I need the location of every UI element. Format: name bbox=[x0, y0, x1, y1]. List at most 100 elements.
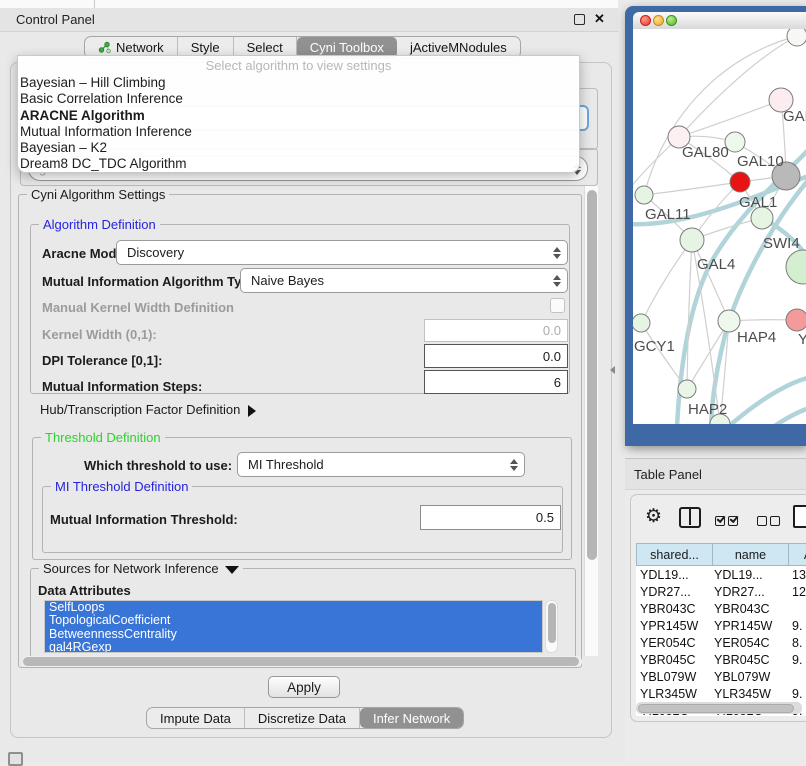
list-item[interactable]: gal4RGexp bbox=[45, 641, 542, 653]
dropdown-item[interactable]: Bayesian – Hill Climbing bbox=[18, 75, 579, 91]
kernel-width-label: Kernel Width (0,1): bbox=[42, 327, 157, 342]
table-cell[interactable]: YBR043C bbox=[714, 600, 770, 617]
network-node[interactable] bbox=[787, 29, 806, 46]
network-node[interactable] bbox=[680, 228, 704, 252]
network-node[interactable] bbox=[678, 380, 696, 398]
table-cell[interactable]: YBR043C bbox=[640, 600, 696, 617]
close-icon[interactable]: ✕ bbox=[594, 11, 605, 27]
spinner-icon bbox=[547, 247, 567, 259]
table-cell[interactable]: 9. bbox=[792, 651, 802, 668]
node-label: GCY1 bbox=[634, 338, 675, 355]
node-label: GAL10 bbox=[737, 153, 784, 170]
select-all-checks-icon[interactable] bbox=[715, 513, 741, 531]
data-attributes-list[interactable]: SelfLoops TopologicalCoefficient Between… bbox=[44, 600, 543, 653]
network-node[interactable] bbox=[786, 250, 806, 284]
spinner-icon bbox=[547, 275, 567, 287]
table-cell[interactable]: YBL079W bbox=[714, 668, 770, 685]
minimized-panel-icon[interactable] bbox=[8, 752, 23, 766]
float-window-icon[interactable] bbox=[574, 14, 585, 25]
dropdown-item[interactable]: Basic Correlation Inference bbox=[18, 91, 579, 107]
zoom-traffic-light[interactable] bbox=[666, 15, 677, 26]
manual-kernel-checkbox[interactable] bbox=[550, 298, 565, 313]
table-horizontal-scrollbar[interactable] bbox=[636, 702, 802, 714]
mi-algo-type-combo[interactable]: Naive Bayes bbox=[240, 268, 568, 293]
tab-discretize-data[interactable]: Discretize Data bbox=[245, 708, 360, 728]
algorithm-definition-title: Algorithm Definition bbox=[39, 217, 160, 232]
list-scrollbar[interactable] bbox=[545, 600, 558, 653]
algorithm-dropdown-popup: Select algorithm to view settings Bayesi… bbox=[17, 55, 580, 173]
network-window-titlebar[interactable] bbox=[633, 12, 806, 29]
panel-title: Control Panel bbox=[16, 12, 95, 27]
table-cell[interactable]: 9. bbox=[792, 685, 802, 702]
node-label: GAL11 bbox=[645, 206, 691, 223]
apply-button[interactable]: Apply bbox=[268, 676, 340, 698]
mi-threshold-label: Mutual Information Threshold: bbox=[50, 512, 238, 527]
list-item[interactable]: TopologicalCoefficient bbox=[45, 614, 542, 627]
tab-infer-network[interactable]: Infer Network bbox=[360, 708, 463, 728]
mi-algo-type-label: Mutual Information Algorithm Type: bbox=[42, 274, 261, 289]
column-header-shared[interactable]: shared... bbox=[636, 543, 713, 566]
table-cell[interactable]: YLR345W bbox=[714, 685, 771, 702]
dropdown-item-selected[interactable]: ARACNE Algorithm bbox=[18, 108, 579, 124]
new-table-icon[interactable] bbox=[793, 505, 806, 528]
mi-threshold-value: 0.5 bbox=[536, 510, 554, 525]
table-cell[interactable]: YDL19... bbox=[714, 566, 763, 583]
node-table[interactable]: YDL19... YDL19... 13 YDR27... YDR27... 1… bbox=[636, 566, 806, 716]
which-threshold-combo[interactable]: MI Threshold bbox=[237, 452, 525, 477]
which-threshold-label: Which threshold to use: bbox=[84, 458, 232, 473]
network-canvas[interactable]: GAL GAL80 GAL10 GAL1 GAL11 SWI4 GAL4 GCY… bbox=[633, 29, 806, 424]
table-cell[interactable]: YER054C bbox=[640, 634, 696, 651]
network-edge bbox=[728, 377, 806, 424]
dropdown-item[interactable]: Bayesian – K2 bbox=[18, 140, 579, 156]
minimize-traffic-light[interactable] bbox=[653, 15, 664, 26]
table-cell[interactable]: 13 bbox=[792, 566, 806, 583]
table-cell[interactable]: YDL19... bbox=[640, 566, 689, 583]
network-node-gal1[interactable] bbox=[730, 172, 750, 192]
cyni-bottom-tabs: Impute Data Discretize Data Infer Networ… bbox=[146, 707, 464, 729]
mi-steps-field[interactable]: 6 bbox=[424, 370, 568, 394]
table-cell[interactable]: YBR045C bbox=[714, 651, 770, 668]
column-header-name[interactable]: name bbox=[712, 543, 789, 566]
dpi-tolerance-field[interactable]: 0.0 bbox=[424, 344, 568, 368]
panel-splitter[interactable] bbox=[618, 0, 625, 762]
sources-group-title[interactable]: Sources for Network Inference bbox=[39, 561, 243, 576]
hub-definition-label: Hub/Transcription Factor Definition bbox=[40, 402, 240, 417]
table-cell[interactable]: 12 bbox=[792, 583, 806, 600]
aracne-mode-combo[interactable]: Discovery bbox=[116, 240, 568, 265]
table-cell[interactable]: YDR27... bbox=[714, 583, 765, 600]
hub-definition-toggle[interactable]: Hub/Transcription Factor Definition bbox=[40, 402, 256, 417]
mi-threshold-field[interactable]: 0.5 bbox=[420, 505, 561, 530]
network-icon bbox=[98, 41, 111, 54]
gear-icon[interactable]: ⚙ bbox=[645, 505, 662, 528]
table-cell[interactable]: YER054C bbox=[714, 634, 770, 651]
network-node[interactable] bbox=[633, 314, 650, 332]
table-cell[interactable]: YBL079W bbox=[640, 668, 696, 685]
deselect-all-checks-icon[interactable] bbox=[757, 513, 783, 531]
table-cell[interactable]: YPR145W bbox=[714, 617, 772, 634]
network-node[interactable] bbox=[786, 309, 806, 331]
split-view-icon[interactable] bbox=[679, 507, 701, 528]
dropdown-item[interactable]: Dream8 DC_TDC Algorithm bbox=[18, 156, 579, 172]
column-header-clipped[interactable]: A bbox=[788, 543, 806, 566]
table-cell[interactable]: 8. bbox=[792, 634, 802, 651]
dropdown-item[interactable]: Mutual Information Inference bbox=[18, 124, 579, 140]
column-header-label: name bbox=[735, 548, 766, 562]
close-traffic-light[interactable] bbox=[640, 15, 651, 26]
table-cell[interactable]: YLR345W bbox=[640, 685, 697, 702]
tab-label: Network bbox=[116, 40, 164, 55]
splitter-collapse-icon[interactable] bbox=[610, 366, 615, 374]
network-node[interactable] bbox=[635, 186, 653, 204]
list-item[interactable]: SelfLoops bbox=[45, 601, 542, 614]
table-cell[interactable]: 9. bbox=[792, 617, 802, 634]
settings-vertical-scrollbar[interactable] bbox=[584, 186, 598, 656]
dpi-tolerance-value: 0.0 bbox=[543, 349, 561, 364]
table-cell[interactable]: YDR27... bbox=[640, 583, 691, 600]
kernel-width-field[interactable]: 0.0 bbox=[424, 319, 568, 342]
settings-horizontal-scrollbar[interactable] bbox=[22, 656, 582, 667]
list-item[interactable]: BetweennessCentrality bbox=[45, 628, 542, 641]
column-header-label: shared... bbox=[650, 548, 699, 562]
tab-impute-data[interactable]: Impute Data bbox=[147, 708, 245, 728]
table-cell[interactable]: YBR045C bbox=[640, 651, 696, 668]
network-view-window[interactable]: GAL GAL80 GAL10 GAL1 GAL11 SWI4 GAL4 GCY… bbox=[625, 6, 806, 446]
table-cell[interactable]: YPR145W bbox=[640, 617, 698, 634]
